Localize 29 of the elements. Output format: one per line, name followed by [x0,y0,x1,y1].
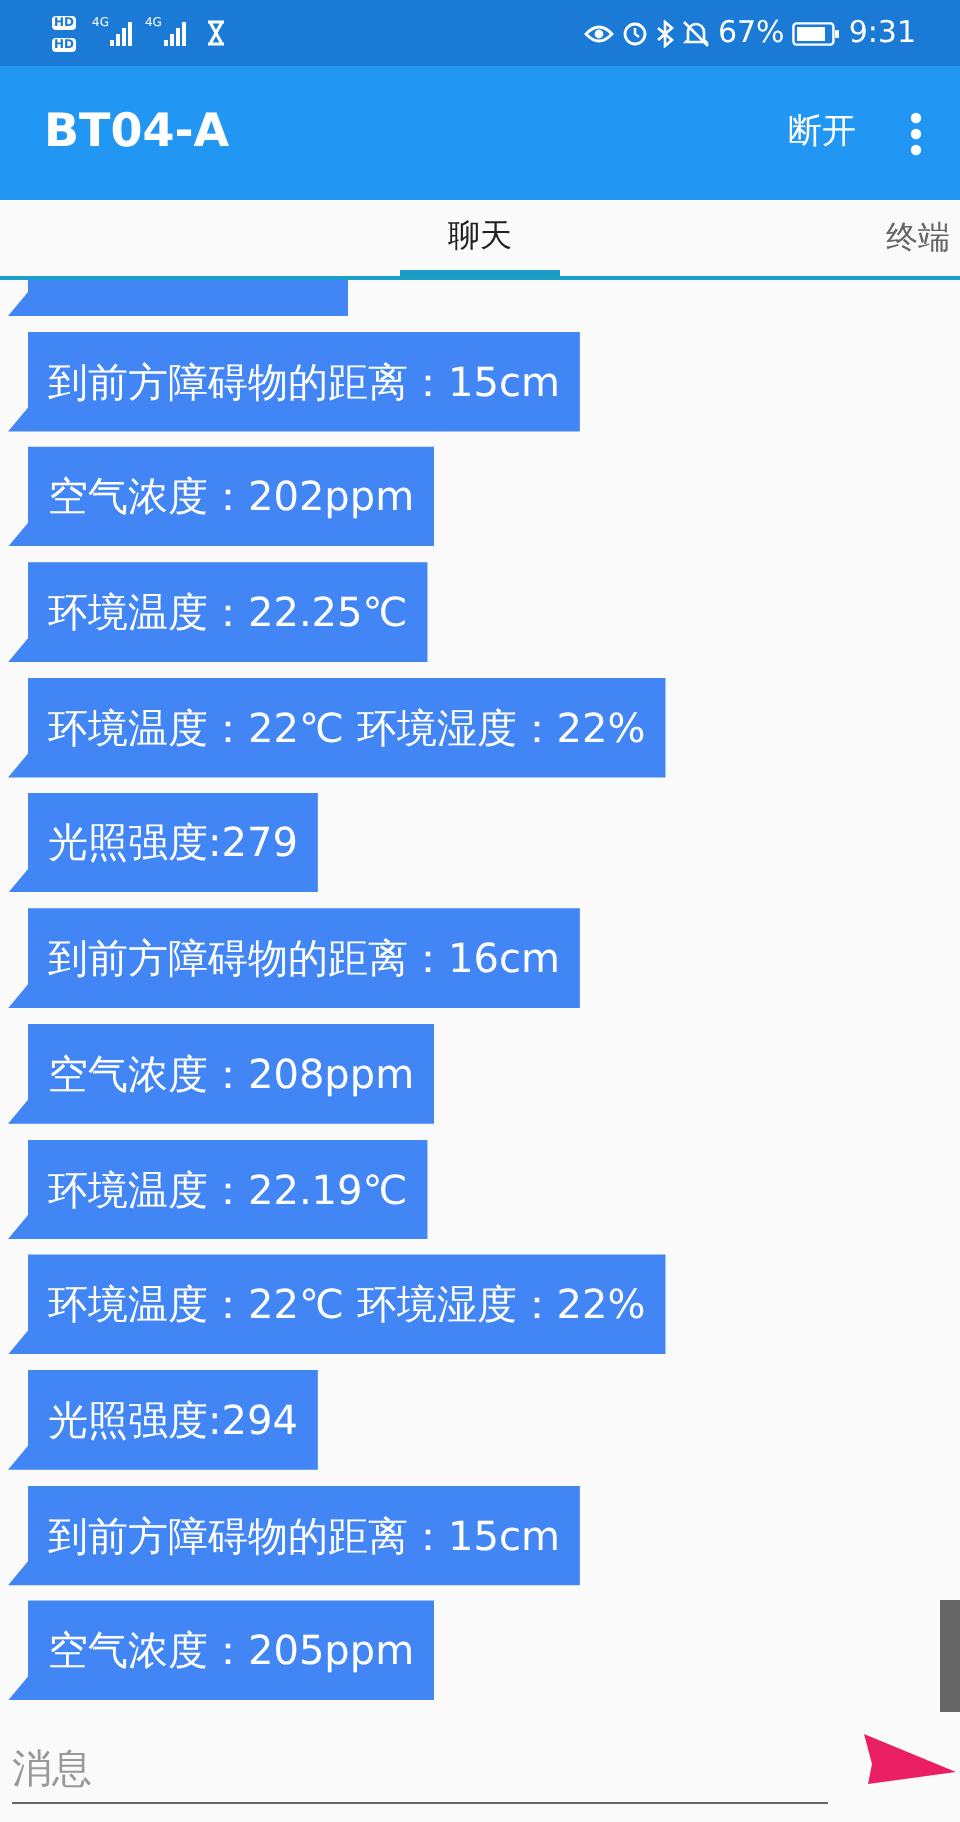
signal-icon [161,21,190,45]
message-bubble: 环境温度：22.19℃ [8,1139,428,1239]
bell-off-icon [681,19,710,47]
clock-time: 9:31 [848,12,916,55]
signal-icon [108,21,137,45]
scrollbar-thumb [940,1600,960,1712]
message-bubble: 空气浓度：205ppm [8,1600,435,1701]
hourglass-icon [205,20,226,46]
message-bubble: 环境温度：22.25℃ [8,562,428,663]
message-bubble: 到前方障碍物的距离：15cm [8,331,580,432]
message-bubble: 到前方障碍物的距离：16cm [8,908,580,1009]
battery-icon [792,21,841,45]
tab[interactable]: 终端 [886,200,960,276]
message-bubble: 光照强度:294 [8,1369,318,1470]
message-bubble: 环境温度：22℃ 环境湿度：22% [8,1254,666,1355]
eye-icon [583,23,614,43]
more-menu-icon[interactable] [908,109,924,157]
tab[interactable]: 聊天 [400,200,560,276]
message-bubble: 空气浓度：202ppm [8,446,435,547]
message-bubble: 光照强度:279 [8,792,318,893]
disconnect-button[interactable]: 断开 [788,107,856,159]
message-bubble: 到前方障碍物的距离：15cm [8,1485,580,1586]
app-title: BT04-A [44,104,232,163]
alarm-icon [621,20,648,46]
bluetooth-icon [655,19,674,47]
battery-percent: 67% [717,12,785,55]
message-input[interactable]: 消息 [12,1733,828,1803]
message-bubble: 环境温度：22℃ 环境湿度：22% [8,677,666,778]
message-bubble: 空气浓度：208ppm [8,1023,435,1124]
